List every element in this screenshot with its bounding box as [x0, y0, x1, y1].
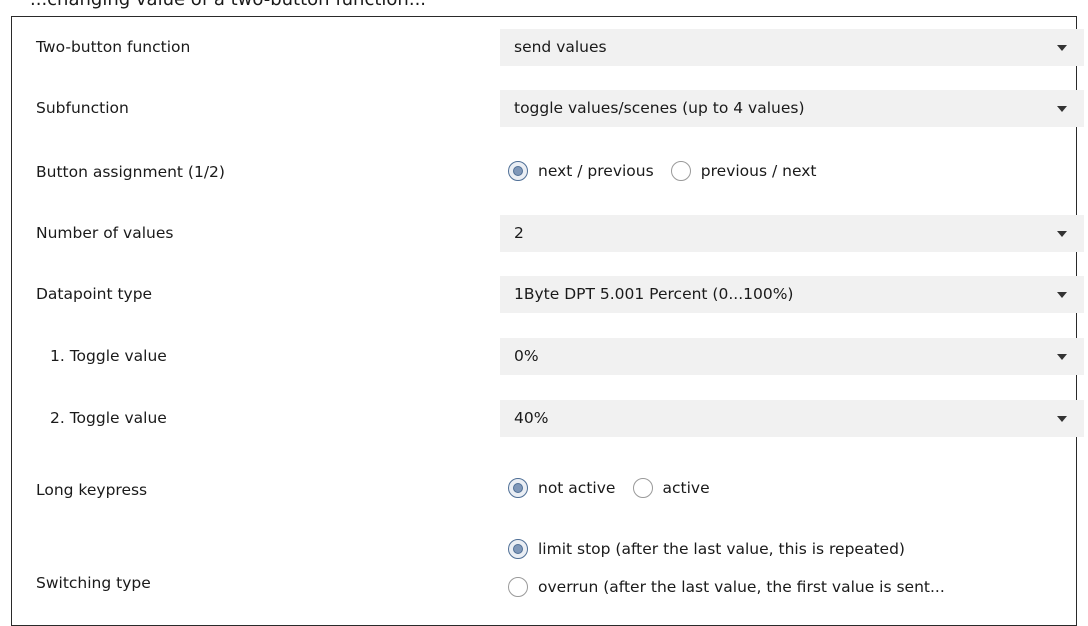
chevron-down-icon — [1057, 231, 1067, 237]
radio-limit-stop[interactable]: limit stop (after the last value, this i… — [508, 539, 905, 559]
param-label: Switching type — [36, 574, 151, 592]
param-row-switching-type: Switching type limit stop (after the las… — [12, 533, 1076, 609]
button-assignment-radio-group: next / previous previous / next — [508, 161, 828, 185]
param-label: Button assignment (1/2) — [36, 163, 225, 181]
param-row-long-keypress: Long keypress not active active — [12, 477, 1076, 501]
chevron-down-icon — [1057, 45, 1067, 51]
dropdown-value: 0% — [514, 347, 539, 365]
radio-not-active[interactable]: not active — [508, 478, 615, 498]
number-of-values-dropdown[interactable]: 2 — [500, 215, 1084, 252]
param-label: 2. Toggle value — [50, 409, 167, 427]
radio-label: overrun (after the last value, the first… — [538, 578, 945, 596]
param-row-number-of-values: Number of values 2 — [12, 215, 1084, 252]
radio-active[interactable]: active — [632, 478, 710, 498]
dropdown-value: 1Byte DPT 5.001 Percent (0...100%) — [514, 285, 794, 303]
radio-label: active — [662, 479, 710, 497]
radio-label: limit stop (after the last value, this i… — [538, 540, 905, 558]
param-label: 1. Toggle value — [50, 347, 167, 365]
radio-label: previous / next — [700, 162, 817, 180]
dropdown-value: 40% — [514, 409, 549, 427]
radio-label: next / previous — [538, 162, 654, 180]
radio-button-icon[interactable] — [632, 478, 653, 498]
radio-label: not active — [538, 479, 616, 497]
subfunction-dropdown[interactable]: toggle values/scenes (up to 4 values) — [500, 90, 1084, 127]
param-row-two-button-function: Two-button function send values — [12, 29, 1084, 66]
chevron-down-icon — [1057, 292, 1067, 298]
param-row-datapoint-type: Datapoint type 1Byte DPT 5.001 Percent (… — [12, 276, 1084, 313]
two-button-function-dropdown[interactable]: send values — [500, 29, 1084, 66]
param-row-toggle-value-2: 2. Toggle value 40% — [12, 400, 1084, 437]
radio-overrun[interactable]: overrun (after the last value, the first… — [508, 577, 945, 597]
dropdown-value: 2 — [514, 224, 524, 242]
chevron-down-icon — [1057, 416, 1067, 422]
param-row-subfunction: Subfunction toggle values/scenes (up to … — [12, 90, 1084, 127]
chevron-down-icon — [1057, 354, 1067, 360]
param-row-toggle-value-1: 1. Toggle value 0% — [12, 338, 1084, 375]
radio-button-icon[interactable] — [508, 478, 528, 498]
chevron-down-icon — [1057, 106, 1067, 112]
parameter-panel: Two-button function send values Subfunct… — [11, 16, 1084, 626]
dropdown-value: toggle values/scenes (up to 4 values) — [514, 99, 805, 117]
param-label: Number of values — [36, 224, 174, 242]
param-label: Long keypress — [36, 481, 148, 499]
param-label: Subfunction — [36, 99, 129, 117]
toggle-value-1-dropdown[interactable]: 0% — [500, 338, 1084, 375]
dropdown-value: send values — [514, 38, 607, 56]
param-label: Datapoint type — [36, 285, 153, 303]
radio-next-previous[interactable]: next / previous — [508, 161, 654, 181]
long-keypress-radio-group: not active active — [508, 478, 722, 502]
param-label: Two-button function — [36, 38, 191, 56]
toggle-value-2-dropdown[interactable]: 40% — [500, 400, 1084, 437]
partial-caption: ...changing value of a two-button functi… — [30, 0, 426, 13]
param-row-button-assignment: Button assignment (1/2) next / previous … — [12, 160, 1076, 184]
radio-button-icon[interactable] — [508, 539, 528, 559]
radio-button-icon[interactable] — [508, 161, 528, 181]
datapoint-type-dropdown[interactable]: 1Byte DPT 5.001 Percent (0...100%) — [500, 276, 1084, 313]
radio-button-icon[interactable] — [508, 577, 528, 597]
radio-previous-next[interactable]: previous / next — [670, 161, 817, 181]
radio-button-icon[interactable] — [670, 161, 691, 181]
